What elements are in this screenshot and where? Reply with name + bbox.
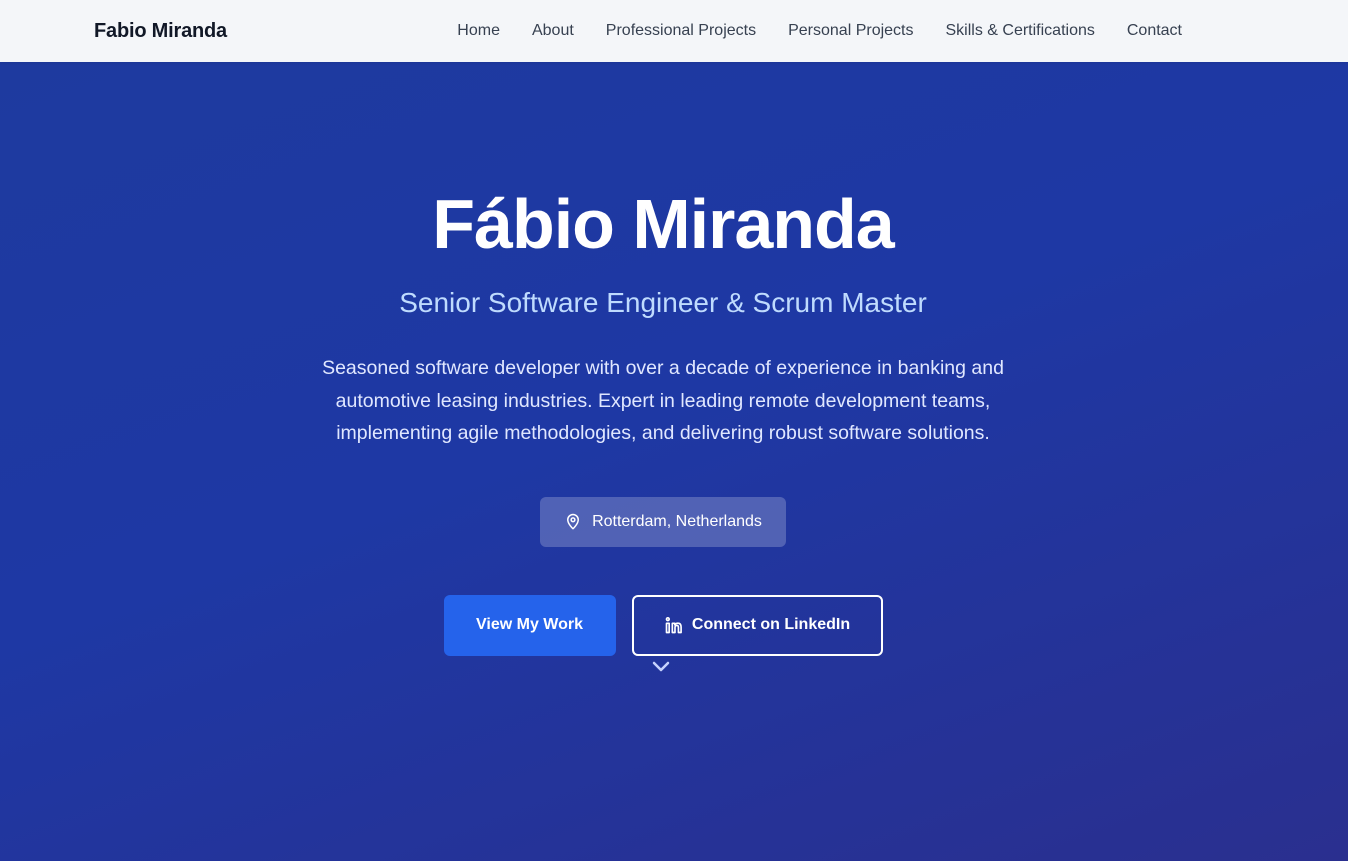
hero-content: Fábio Miranda Senior Software Engineer &… xyxy=(0,62,1348,656)
nav-link-professional-projects[interactable]: Professional Projects xyxy=(606,22,756,40)
hero-subtitle: Senior Software Engineer & Scrum Master xyxy=(399,287,927,318)
nav-link-personal-projects[interactable]: Personal Projects xyxy=(788,22,913,40)
top-navbar: Fabio Miranda Home About Professional Pr… xyxy=(0,0,1348,62)
hero-section: Fábio Miranda Senior Software Engineer &… xyxy=(0,62,1348,861)
location-text: Rotterdam, Netherlands xyxy=(592,512,762,530)
connect-linkedin-button[interactable]: Connect on LinkedIn xyxy=(631,594,883,656)
hero-description: Seasoned software developer with over a … xyxy=(322,357,1004,444)
hero-title: Fábio Miranda xyxy=(432,185,894,263)
nav-links: Home About Professional Projects Persona… xyxy=(457,22,1182,40)
nav-link-about[interactable]: About xyxy=(532,22,574,40)
nav-link-skills-certifications[interactable]: Skills & Certifications xyxy=(945,22,1094,40)
view-my-work-button[interactable]: View My Work xyxy=(443,594,616,656)
nav-link-contact[interactable]: Contact xyxy=(1127,22,1182,40)
brand-logo[interactable]: Fabio Miranda xyxy=(94,20,227,43)
nav-link-home[interactable]: Home xyxy=(457,22,500,40)
location-badge: Rotterdam, Netherlands xyxy=(540,496,786,547)
linkedin-icon xyxy=(665,617,682,634)
cta-buttons: View My Work Connect on LinkedIn xyxy=(443,594,883,656)
linkedin-button-label: Connect on LinkedIn xyxy=(691,616,851,633)
chevron-down-icon[interactable] xyxy=(651,660,671,674)
map-pin-icon xyxy=(567,513,580,529)
